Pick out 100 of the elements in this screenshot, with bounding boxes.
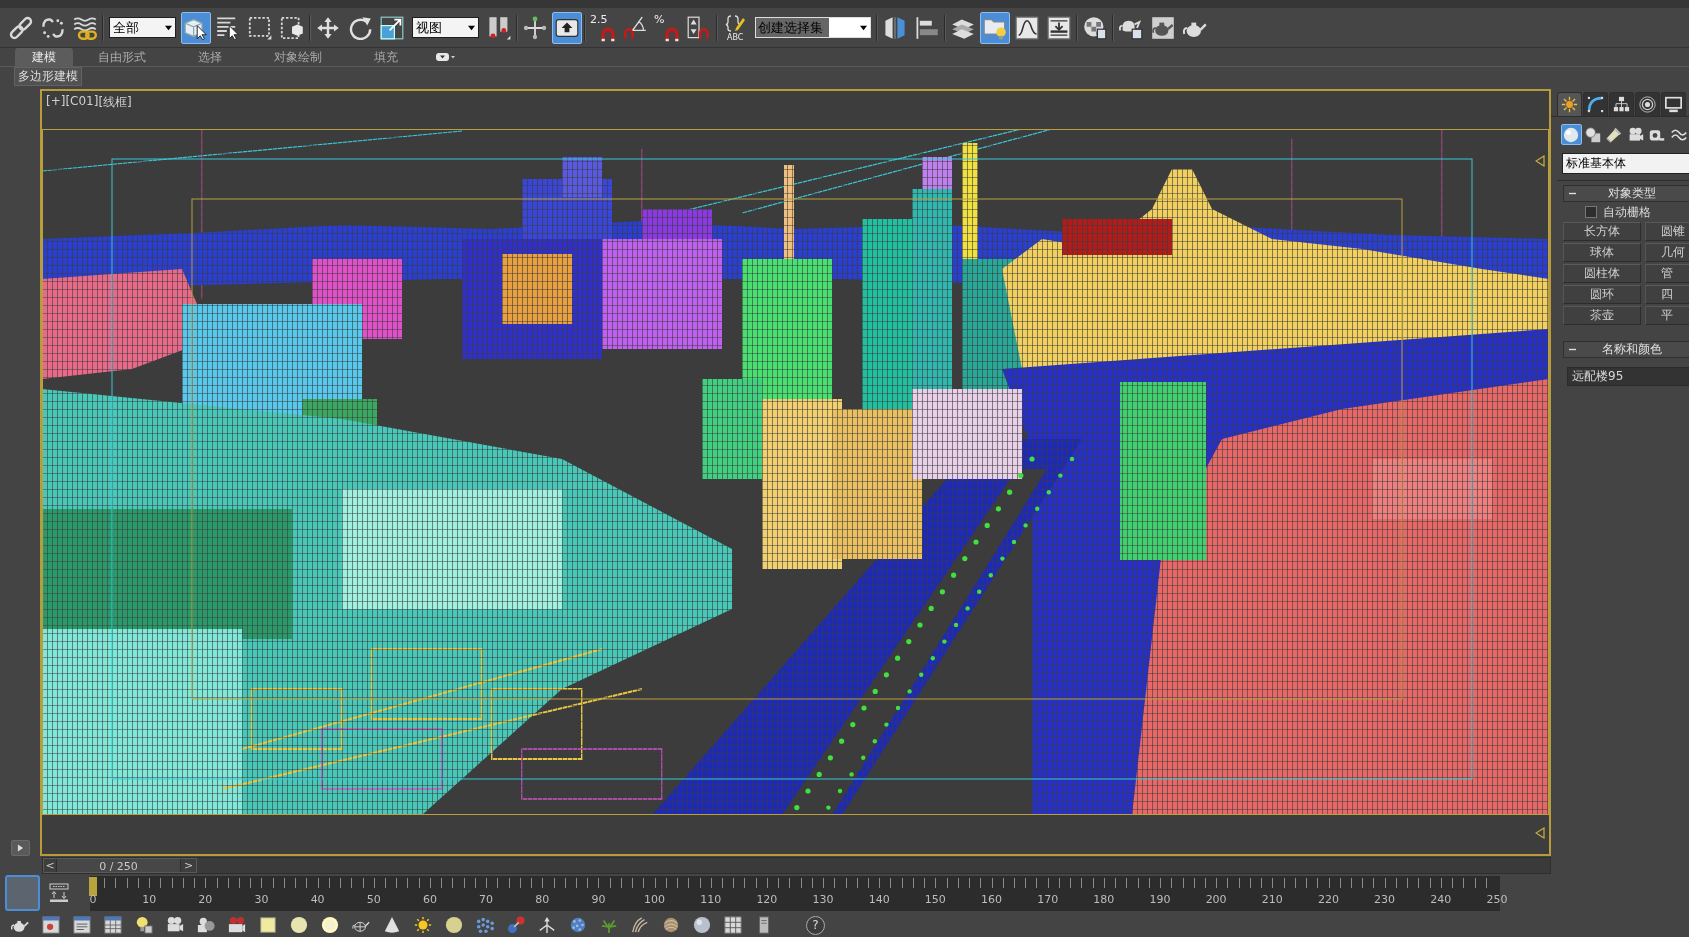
move-arrows-icon [316,15,340,40]
object-type-button[interactable]: 管 [1645,264,1689,283]
object-type-button[interactable]: 四 [1645,285,1689,304]
object-type-button[interactable]: 圆环 [1563,285,1641,304]
film-camera-icon [228,916,246,934]
percent-snap-button[interactable]: % [652,11,682,44]
magnet-icon [600,25,616,42]
arrow-panel-icon [1047,15,1071,40]
hair-ball-icon [662,916,680,934]
ribbon-tab[interactable]: 自由形式 [78,48,166,66]
frame-label: 20 [197,893,214,906]
dropdown-arrow-icon [164,24,173,31]
camera-menu-label[interactable]: [C01] [65,94,99,108]
motion-tab[interactable] [1635,92,1660,116]
frame-label: 40 [309,893,326,906]
expand-button[interactable] [11,840,30,856]
frame-label: 60 [421,893,438,906]
triangle-marker-icon [1535,155,1545,167]
previous-frame-button[interactable]: < [44,858,57,872]
wave-chain-icon [73,15,97,40]
create-tab[interactable] [1557,92,1582,116]
next-frame-button[interactable]: > [180,858,196,872]
ribbon-tab[interactable]: 建模 [15,48,73,66]
camera-sphere-icon [197,916,215,934]
wave-icon [1670,126,1687,143]
shapes-button[interactable] [1582,124,1603,145]
molecule-icon [507,916,525,934]
sphere-icon [445,916,463,934]
triangle-icon [17,843,24,853]
frame-label: 80 [534,893,551,906]
frame-label: 0 [88,893,98,906]
ribbon-tab[interactable]: 填充 [342,48,430,66]
frame-label: 250 [1485,893,1509,906]
hair-icon [631,916,649,934]
object-type-button[interactable]: 平 [1645,306,1689,325]
triangle-marker-icon [1535,827,1545,839]
scene-explorer-button[interactable] [980,11,1010,44]
shading-menu-label[interactable]: [线框] [98,94,132,111]
sphere-icon [693,916,711,934]
rollout-header[interactable]: 名称和颜色 [1563,341,1689,358]
current-frame-marker[interactable] [89,877,97,896]
selection-filter-dropdown[interactable]: 全部 [109,17,176,38]
camera-icon [166,916,184,934]
rollout-header[interactable]: 对象类型 [1563,185,1689,202]
checker-sphere-icon [1083,15,1107,40]
frame-label: 160 [980,893,1003,906]
checkbox-icon[interactable] [1585,206,1597,218]
auto-grid-checkbox[interactable]: 自动栅格 [1585,205,1689,219]
display-tab[interactable] [1661,92,1686,116]
frame-label: 210 [1260,893,1284,906]
object-name-field[interactable]: 远配楼95 [1567,367,1689,386]
snap-toggle-button[interactable]: 2.5 [588,11,618,44]
frame-label: 180 [1092,893,1116,906]
curve-editor-toggle-button[interactable] [5,875,40,911]
object-category-dropdown[interactable]: 标准基本体 [1562,153,1689,174]
time-slider-thumb[interactable]: < 0 / 250 > [43,857,197,873]
camera-icon [1627,126,1644,143]
modify-tab[interactable] [1583,92,1608,116]
object-type-button[interactable]: 球体 [1563,243,1641,262]
list-cursor-icon [216,15,240,40]
select-button[interactable] [181,11,211,44]
selection-set-field[interactable]: 创建选择集 [755,17,871,38]
ribbon-tab[interactable]: 选择 [166,48,254,66]
ribbon-panel-tab[interactable]: 多边形建模 [14,67,82,86]
time-slider-track[interactable]: < 0 / 250 > [42,856,1551,874]
caret-icon[interactable] [436,52,455,62]
window-icon [42,916,60,934]
glowing-sphere-icon [321,916,339,934]
frame-label: 30 [253,893,270,906]
spotlight-icon [1606,126,1623,143]
grid-window-icon [724,916,742,934]
object-type-button[interactable]: 几何 [1645,243,1689,262]
bulb-icon [135,916,153,934]
shortcut-toggle-button[interactable] [552,11,582,44]
bars-dots-icon [487,15,511,40]
coordinate-system-dropdown[interactable]: 视图 [412,17,479,38]
cone-icon [383,916,401,934]
dots-icon [476,916,494,934]
help-button[interactable]: ? [806,916,825,935]
spinner-magnet-icon [687,15,711,40]
object-type-button[interactable]: 茶壶 [1563,306,1641,325]
hierarchy-tab[interactable] [1609,92,1634,116]
list-window-icon [73,916,91,934]
viewport-menu-label[interactable]: [+] [46,94,66,108]
frame-label: 110 [699,893,723,906]
frame-label: 150 [923,893,947,906]
hierarchy-icon [1613,96,1630,113]
object-type-button[interactable]: 长方体 [1563,222,1641,241]
curve-icon [1587,96,1604,113]
named-selection-button[interactable]: ABC [720,11,750,44]
broken-chain-icon [41,15,65,40]
table-window-icon [104,916,122,934]
geometry-button[interactable] [1561,124,1582,145]
sphere-icon [290,916,308,934]
dashed-rectangle-icon [248,15,272,40]
ribbon-tab[interactable]: 对象绘制 [254,48,342,66]
object-type-button[interactable]: 圆柱体 [1563,264,1641,283]
object-type-button[interactable]: 圆锥 [1645,222,1689,241]
rings-icon [1639,96,1656,113]
frame-label: 170 [1036,893,1060,906]
